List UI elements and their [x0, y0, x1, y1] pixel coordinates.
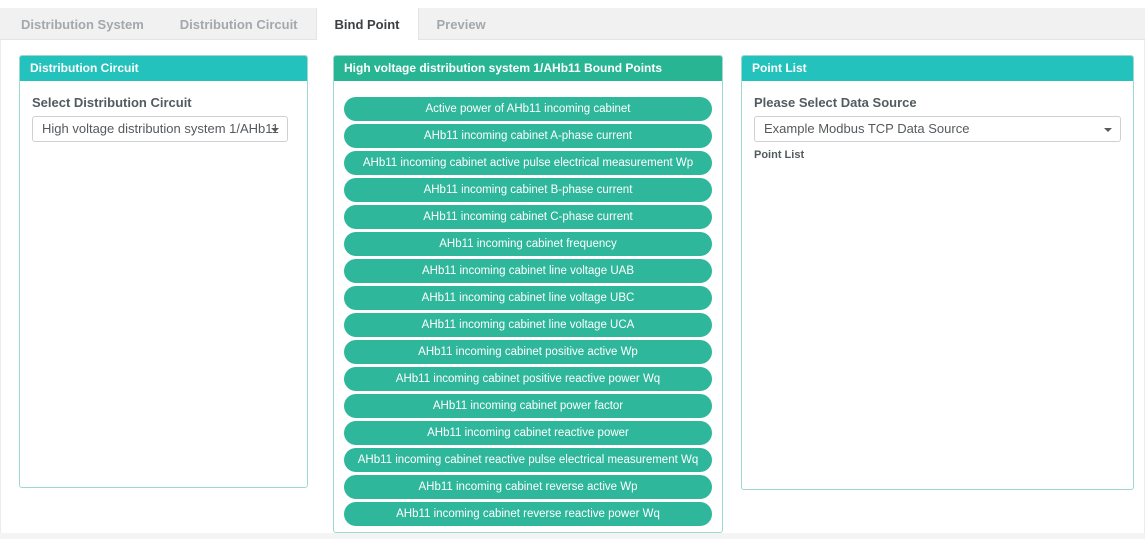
bound-point-pill[interactable]: AHb11 incoming cabinet reverse active Wp: [344, 475, 712, 499]
bind-point-page: Distribution SystemDistribution CircuitB…: [0, 0, 1145, 539]
bound-point-pill[interactable]: AHb11 incoming cabinet B-phase current: [344, 178, 712, 202]
select-distribution-circuit-label: Select Distribution Circuit: [32, 95, 295, 110]
bound-point-pill[interactable]: AHb11 incoming cabinet positive reactive…: [344, 367, 712, 391]
tab-content: Distribution Circuit Select Distribution…: [0, 40, 1145, 533]
point-list-panel-title: Point List: [742, 56, 1133, 81]
bound-point-pill[interactable]: AHb11 incoming cabinet reactive power: [344, 421, 712, 445]
bound-point-pill[interactable]: AHb11 incoming cabinet frequency: [344, 232, 712, 256]
tab-distribution-system[interactable]: Distribution System: [3, 8, 162, 40]
tab-bind-point[interactable]: Bind Point: [316, 8, 419, 40]
point-list-panel-body: Please Select Data Source Example Modbus…: [742, 81, 1133, 175]
bound-point-pill[interactable]: AHb11 incoming cabinet A-phase current: [344, 124, 712, 148]
bound-point-pill[interactable]: AHb11 incoming cabinet positive active W…: [344, 340, 712, 364]
bound-point-pill[interactable]: AHb11 incoming cabinet line voltage UBC: [344, 286, 712, 310]
tab-distribution-circuit[interactable]: Distribution Circuit: [162, 8, 316, 40]
point-list-panel: Point List Please Select Data Source Exa…: [741, 55, 1134, 490]
distribution-circuit-panel-title: Distribution Circuit: [20, 56, 307, 81]
bound-points-panel: High voltage distribution system 1/AHb11…: [333, 55, 723, 533]
tab-bar: Distribution SystemDistribution CircuitB…: [0, 8, 1145, 40]
bound-point-pill[interactable]: AHb11 incoming cabinet C-phase current: [344, 205, 712, 229]
bound-point-pill[interactable]: AHb11 incoming cabinet active pulse elec…: [344, 151, 712, 175]
data-source-label: Please Select Data Source: [754, 95, 1121, 110]
bound-points-list: Active power of AHb11 incoming cabinet AH…: [334, 81, 722, 526]
chevron-down-icon: [271, 128, 279, 132]
tab-preview[interactable]: Preview: [419, 8, 504, 40]
data-source-select-value: Example Modbus TCP Data Source: [764, 121, 969, 136]
bound-point-pill[interactable]: AHb11 incoming cabinet line voltage UAB: [344, 259, 712, 283]
distribution-circuit-select[interactable]: High voltage distribution system 1/AHb11: [32, 116, 288, 142]
bound-point-pill[interactable]: AHb11 incoming cabinet reverse reactive …: [344, 502, 712, 526]
bound-points-panel-title: High voltage distribution system 1/AHb11…: [334, 56, 722, 81]
bound-point-pill[interactable]: AHb11 incoming cabinet reactive pulse el…: [344, 448, 712, 472]
distribution-circuit-select-value: High voltage distribution system 1/AHb11: [42, 121, 279, 136]
chevron-down-icon: [1104, 128, 1112, 132]
bound-point-pill[interactable]: AHb11 incoming cabinet power factor: [344, 394, 712, 418]
bound-point-pill[interactable]: Active power of AHb11 incoming cabinet: [344, 97, 712, 121]
top-gap: [0, 0, 1145, 8]
distribution-circuit-panel-body: Select Distribution Circuit High voltage…: [20, 81, 307, 156]
bound-point-pill[interactable]: AHb11 incoming cabinet line voltage UCA: [344, 313, 712, 337]
distribution-circuit-panel: Distribution Circuit Select Distribution…: [19, 55, 308, 488]
point-list-sublabel: Point List: [754, 149, 1121, 161]
data-source-select[interactable]: Example Modbus TCP Data Source: [754, 116, 1121, 142]
